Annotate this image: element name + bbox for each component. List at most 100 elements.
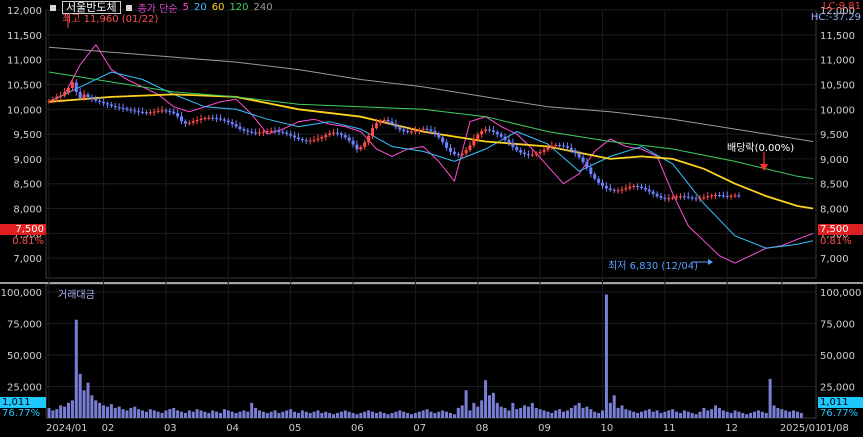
volume-tick-left: 75,000 — [7, 320, 42, 331]
volume-bar — [667, 410, 671, 418]
volume-bar — [433, 412, 437, 418]
volume-bar — [160, 412, 164, 418]
volume-bar — [682, 410, 686, 418]
candle-body — [717, 195, 721, 197]
volume-bar — [355, 414, 359, 418]
volume-pct-left: 76.77% — [2, 408, 41, 419]
candle-body — [121, 107, 125, 109]
volume-bar — [698, 411, 702, 418]
candle-body — [515, 146, 519, 151]
candle-body — [714, 195, 718, 197]
volume-bar — [148, 409, 152, 418]
candle-body — [211, 117, 215, 119]
volume-bar — [74, 319, 78, 418]
y-tick-left: 11,500 — [7, 31, 42, 42]
y-tick-right: 7,000 — [820, 254, 849, 265]
volume-bar — [523, 405, 527, 418]
volume-bar — [792, 410, 796, 418]
volume-bar — [289, 409, 293, 418]
candle-body — [503, 136, 507, 140]
volume-bar — [211, 410, 215, 418]
volume-bar — [421, 410, 425, 418]
candle-body — [386, 119, 390, 122]
candle-body — [180, 116, 184, 122]
candle-body — [160, 110, 164, 112]
candle-body — [285, 132, 289, 134]
volume-bar — [207, 412, 211, 418]
candle-body — [663, 197, 667, 199]
candle-body — [293, 135, 297, 138]
candle-body — [359, 146, 363, 150]
candle-body — [546, 147, 550, 150]
min-arrow-head — [708, 259, 713, 265]
volume-bar — [749, 412, 753, 418]
candle-body — [593, 173, 597, 179]
volume-bar — [788, 411, 792, 418]
volume-bar — [608, 402, 612, 418]
x-tick-label: 2024/01 — [46, 423, 88, 434]
candle-body — [519, 150, 523, 153]
volume-bar — [265, 412, 269, 418]
volume-bar — [437, 411, 441, 418]
candle-body — [343, 135, 347, 138]
volume-bar — [565, 410, 569, 418]
volume-tick-right: 50,000 — [820, 351, 855, 362]
volume-bar — [242, 410, 246, 418]
volume-bar — [799, 412, 803, 418]
volume-bar — [141, 410, 145, 418]
volume-bar — [589, 409, 593, 418]
volume-bar — [332, 414, 336, 418]
y-axis-labels: 7,000 7,000 7,500 7,500 8,000 8,000 8,500 8,500… — [1, 6, 862, 394]
volume-bar — [601, 410, 605, 418]
volume-bar — [484, 380, 488, 418]
volume-bar — [562, 411, 566, 418]
volume-current-right: 1,011 — [818, 397, 863, 408]
volume-bar — [328, 412, 332, 418]
y-tick-left: 10,500 — [7, 80, 42, 91]
candle-body — [456, 154, 460, 156]
volume-bar — [413, 412, 417, 418]
x-tick-label: 12 — [725, 423, 738, 434]
candle-body — [678, 196, 682, 198]
candle-body — [694, 198, 698, 200]
min-price-note: 최저 6,830 (12/04) — [608, 261, 699, 272]
volume-bar — [277, 412, 281, 418]
candle-body — [406, 131, 410, 133]
candle-body — [460, 153, 464, 155]
volume-bar — [717, 407, 721, 418]
volume-bar — [293, 411, 297, 418]
candle-body — [102, 101, 106, 104]
candle-body — [168, 110, 172, 112]
volume-bar — [456, 407, 460, 418]
candle-body — [63, 92, 67, 96]
volume-bar — [647, 409, 651, 418]
volume-bar — [378, 411, 382, 418]
max-price-note: 최고 11,960 (01/22) — [62, 14, 159, 25]
volume-bar — [363, 411, 367, 418]
candle-body — [289, 133, 293, 136]
candle-body — [59, 95, 63, 97]
candle-body — [562, 145, 566, 147]
candle-body — [523, 152, 527, 155]
candle-body — [390, 121, 394, 124]
candle-body — [476, 134, 480, 140]
candle-body — [729, 195, 733, 197]
volume-bar — [569, 407, 573, 418]
volume-bar — [63, 406, 67, 418]
candle-body — [324, 135, 328, 138]
candle-body — [581, 157, 585, 163]
candle-body — [632, 185, 636, 187]
legend-ma-60: 60 — [211, 2, 225, 13]
volume-bar — [86, 382, 90, 418]
current-change-right: 0.81% — [820, 236, 852, 247]
candle-body — [511, 143, 515, 147]
volume-bar — [296, 412, 300, 418]
volume-bar — [784, 410, 788, 418]
volume-bar — [269, 411, 273, 418]
candle-body — [484, 129, 488, 132]
x-tick-label: 10 — [600, 423, 614, 434]
volume-bar — [593, 411, 597, 418]
volume-bar — [226, 410, 230, 418]
volume-bar — [394, 411, 398, 418]
volume-bar — [772, 405, 776, 418]
